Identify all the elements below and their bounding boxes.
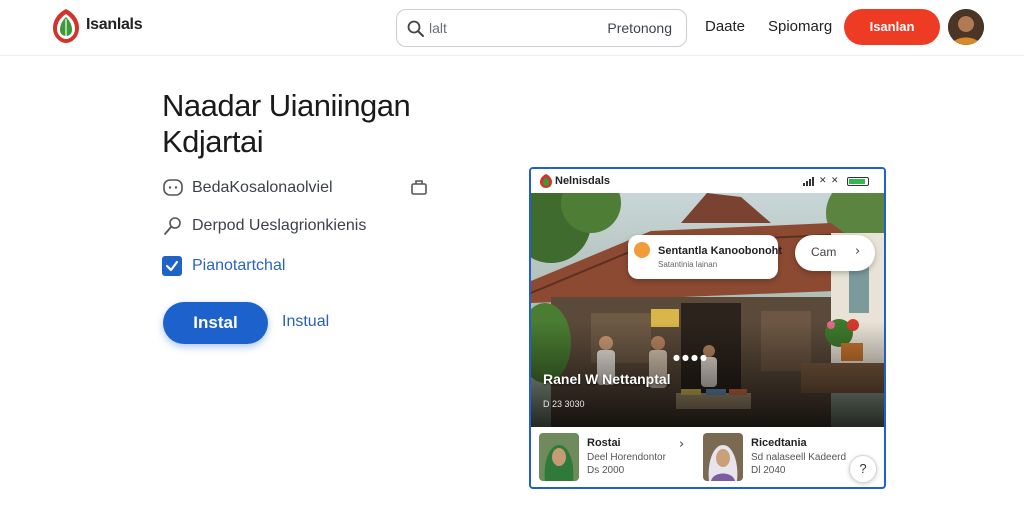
person-photo [703,433,743,481]
install-link[interactable]: Instual [282,313,329,331]
cta-button[interactable]: Isanlan [844,9,940,45]
nav-link-2[interactable]: Spiomarg [768,18,832,35]
search-icon [407,20,424,37]
feature-row-3[interactable]: Pianotartchal [162,254,362,278]
search-placeholder: lalt [429,20,447,36]
phone-status-bar: Nelnisdals ✕ ✕ [531,169,884,193]
wifi-icon: ✕ [819,176,827,186]
overlay-card-subtitle: Satantinia lainan [658,260,718,269]
list-item-name: Ricedtania [751,437,807,449]
search-bar[interactable]: lalt Pretonong [396,9,687,47]
brand-name[interactable]: Isanlals [86,16,143,34]
village-house-image [531,193,884,427]
checkbox-label: Pianotartchal [192,257,286,274]
battery-icon [847,177,869,186]
orange-dot-icon [634,242,650,258]
overlay-card-title: Sentantla Kanoobonoht [658,245,783,257]
feature-row-2: Derpod Ueslagrionkienis [162,214,462,238]
hero-photo[interactable]: Sentantla Kanoobonoht Satantinia lainan … [531,193,884,427]
message-icon [163,179,183,196]
bookmark-icon[interactable] [410,178,428,196]
network-icon: ✕ [831,176,839,186]
checkbox-checked[interactable] [162,256,182,276]
app-logo-icon [540,174,552,188]
help-button[interactable]: ? [849,455,877,483]
phone-preview: Nelnisdals ✕ ✕ Sentantla Kanoobonoht Sat… [529,167,886,489]
search-value: Pretonong [607,20,672,36]
avatar-image [948,9,984,45]
location-pin-icon [164,217,181,235]
profile-thumbnail [703,433,743,481]
chevron-right-icon: › [855,244,861,259]
top-navigation-bar: Isanlals lalt Pretonong Daate Spiomarg I… [0,0,1024,56]
list-item-detail: Deel Horendontor [587,452,666,463]
page-title: Naadar Uianiingan Kdjartai [162,88,411,159]
list-item-date: Ds 2000 [587,465,625,476]
checkmark-icon [165,260,179,272]
user-avatar[interactable] [948,9,984,45]
list-item[interactable]: Ricedtania Sd nalaseell Kadeerd Dl 2040 [703,431,869,483]
feature-label-1: BedaKosalonaolviel [192,179,333,196]
overlay-info-card[interactable]: Sentantla Kanoobonoht Satantinia lainan [628,235,782,279]
list-item[interactable]: Rostai Deel Horendontor Ds 2000 › [539,431,705,483]
chevron-right-icon[interactable]: › [679,437,684,452]
feature-row-1: BedaKosalonaolviel [162,176,432,200]
list-item-date: Dl 2040 [751,465,786,476]
profile-thumbnail [539,433,579,481]
nav-link-1[interactable]: Daate [705,18,745,35]
person-photo [539,433,579,481]
overlay-button-label: Cam [811,245,837,259]
feature-label-2: Derpod Ueslagrionkienis [192,217,367,234]
list-item-name: Rostai [587,437,621,449]
signal-icon [803,177,814,186]
app-name: Nelnisdals [555,175,611,187]
photo-title: Ranel W Nettanptal [543,371,671,387]
overlay-action-button[interactable]: Cam › [795,235,875,271]
brand-logo-icon[interactable] [52,8,80,44]
carousel-dots-icon[interactable]: ●●●● [673,353,709,362]
list-item-detail: Sd nalaseell Kadeerd [751,452,847,463]
photo-meta: D 23 3030 [543,399,585,409]
install-button[interactable]: Instal [163,302,268,344]
